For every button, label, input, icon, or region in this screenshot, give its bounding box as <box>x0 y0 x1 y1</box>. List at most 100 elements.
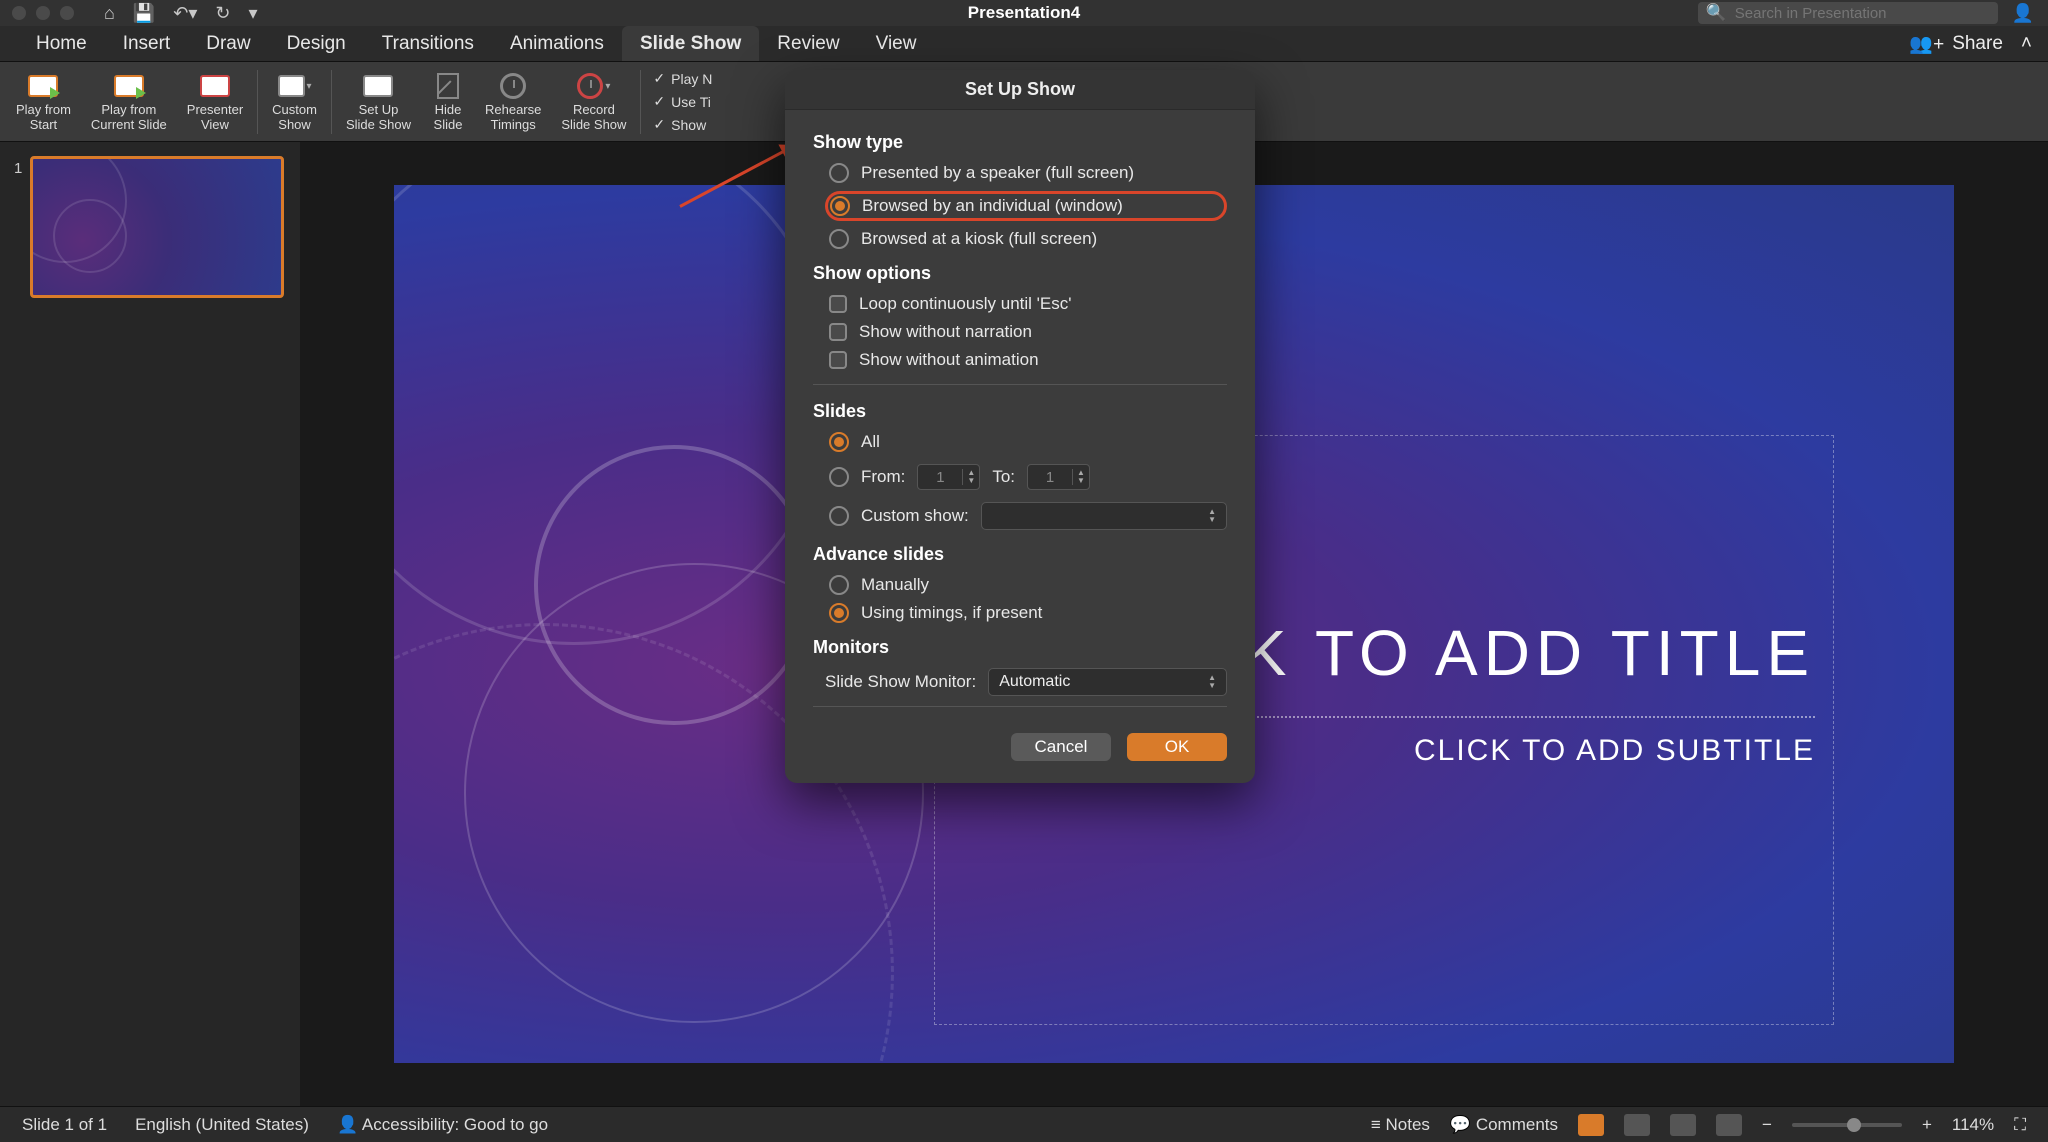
slide-show-monitor-select[interactable]: Automatic ▲▼ <box>988 668 1227 696</box>
zoom-out-button[interactable]: − <box>1762 1115 1772 1135</box>
slides-all-radio[interactable]: All <box>829 432 1227 452</box>
show-type-speaker-radio[interactable]: Presented by a speaker (full screen) <box>829 163 1227 183</box>
minimize-window-icon[interactable] <box>36 6 50 20</box>
caret-down-icon[interactable]: ▼ <box>1073 477 1089 485</box>
from-input[interactable] <box>918 469 962 486</box>
play-narrations-checkbox[interactable]: ✓Play N <box>653 70 712 87</box>
loop-continuously-checkbox[interactable]: Loop continuously until 'Esc' <box>829 294 1227 314</box>
tab-draw[interactable]: Draw <box>188 26 268 61</box>
tab-transitions[interactable]: Transitions <box>364 26 492 61</box>
slide-position[interactable]: Slide 1 of 1 <box>22 1115 107 1135</box>
radio-icon <box>829 603 849 623</box>
advance-manually-radio[interactable]: Manually <box>829 575 1227 595</box>
ribbon-tabs: Home Insert Draw Design Transitions Anim… <box>0 26 2048 62</box>
share-button[interactable]: Share <box>1952 33 2003 55</box>
zoom-window-icon[interactable] <box>60 6 74 20</box>
slides-custom-radio[interactable]: Custom show: ▲▼ <box>829 502 1227 530</box>
custom-show-icon <box>278 75 305 97</box>
presenter-view-button[interactable]: Presenter View <box>177 62 253 141</box>
cancel-button[interactable]: Cancel <box>1011 733 1111 761</box>
share-icon[interactable]: 👥+ <box>1909 32 1944 56</box>
undo-icon[interactable]: ↶▾ <box>173 3 197 24</box>
radio-icon <box>829 506 849 526</box>
tab-slide-show[interactable]: Slide Show <box>622 26 759 61</box>
checkbox-icon <box>829 323 847 341</box>
show-type-individual-radio[interactable]: Browsed by an individual (window) <box>830 196 1123 216</box>
check-icon: ✓ <box>653 116 665 133</box>
slide-show-view-button[interactable] <box>1716 1114 1742 1136</box>
share-area: 👥+ Share ˄ <box>1909 32 2048 56</box>
to-spinner[interactable]: ▲▼ <box>1027 464 1090 490</box>
rehearse-timings-button[interactable]: Rehearse Timings <box>475 62 551 141</box>
notes-button[interactable]: ≡ Notes <box>1371 1115 1430 1135</box>
search-icon: 🔍 <box>1706 3 1727 23</box>
hide-slide-icon <box>437 73 459 99</box>
tab-review[interactable]: Review <box>759 26 857 61</box>
dialog-separator <box>813 384 1227 385</box>
comments-button[interactable]: 💬 Comments <box>1450 1115 1558 1135</box>
play-from-start-button[interactable]: Play from Start <box>6 62 81 141</box>
tab-view[interactable]: View <box>858 26 935 61</box>
slide-sorter-view-button[interactable] <box>1624 1114 1650 1136</box>
accessibility-icon: 👤 <box>337 1115 358 1134</box>
tab-animations[interactable]: Animations <box>492 26 622 61</box>
hide-slide-button[interactable]: Hide Slide <box>421 62 475 141</box>
slides-label: Slides <box>813 401 1227 422</box>
reading-view-button[interactable] <box>1670 1114 1696 1136</box>
home-icon[interactable]: ⌂ <box>104 3 115 24</box>
dialog-separator <box>813 706 1227 707</box>
show-options-label: Show options <box>813 263 1227 284</box>
show-media-controls-checkbox[interactable]: ✓Show <box>653 116 712 133</box>
tab-home[interactable]: Home <box>18 26 105 61</box>
advance-timings-radio[interactable]: Using timings, if present <box>829 603 1227 623</box>
document-title: Presentation4 <box>968 3 1080 23</box>
redo-icon[interactable]: ↻ <box>215 3 230 24</box>
slide-thumbnail[interactable] <box>30 156 284 298</box>
slide-thumbnail-panel: 1 <box>0 142 300 1106</box>
thumbnail-row[interactable]: 1 <box>14 156 286 298</box>
play-from-current-icon <box>114 75 144 97</box>
tab-insert[interactable]: Insert <box>105 26 189 61</box>
tab-design[interactable]: Design <box>269 26 364 61</box>
ribbon-separator <box>331 70 332 134</box>
custom-show-select[interactable]: ▲▼ <box>981 502 1227 530</box>
show-type-kiosk-radio[interactable]: Browsed at a kiosk (full screen) <box>829 229 1227 249</box>
without-narration-checkbox[interactable]: Show without narration <box>829 322 1227 342</box>
zoom-in-button[interactable]: + <box>1922 1115 1932 1135</box>
record-slide-show-icon <box>577 73 603 99</box>
window-controls <box>0 6 74 20</box>
fit-to-window-button[interactable]: ⛶ <box>2014 1115 2026 1135</box>
checkbox-icon <box>829 351 847 369</box>
record-slide-show-button[interactable]: ▾ Record Slide Show <box>551 62 636 141</box>
caret-down-icon[interactable]: ▼ <box>963 477 979 485</box>
customize-qat-icon[interactable]: ▾ <box>249 3 258 24</box>
set-up-slide-show-button[interactable]: Set Up Slide Show <box>336 62 421 141</box>
language-status[interactable]: English (United States) <box>135 1115 309 1135</box>
to-input[interactable] <box>1028 469 1072 486</box>
subtitle-placeholder-text[interactable]: CLICK TO ADD SUBTITLE <box>1414 734 1815 768</box>
account-icon[interactable]: 👤 <box>2012 3 2034 24</box>
without-animation-checkbox[interactable]: Show without animation <box>829 350 1227 370</box>
use-timings-checkbox[interactable]: ✓Use Ti <box>653 93 712 110</box>
zoom-slider[interactable] <box>1792 1123 1902 1127</box>
ok-button[interactable]: OK <box>1127 733 1227 761</box>
annotation-highlight: Browsed by an individual (window) <box>825 191 1227 221</box>
set-up-show-dialog: Set Up Show Show type Presented by a spe… <box>785 70 1255 783</box>
normal-view-button[interactable] <box>1578 1114 1604 1136</box>
set-up-show-icon <box>363 75 393 97</box>
accessibility-status[interactable]: 👤 Accessibility: Good to go <box>337 1115 548 1135</box>
play-from-current-button[interactable]: Play from Current Slide <box>81 62 177 141</box>
zoom-level[interactable]: 114% <box>1952 1115 1994 1135</box>
save-icon[interactable]: 💾 <box>133 3 155 24</box>
play-from-start-icon <box>28 75 58 97</box>
close-window-icon[interactable] <box>12 6 26 20</box>
collapse-ribbon-icon[interactable]: ˄ <box>2021 33 2032 55</box>
slides-from-radio[interactable]: From: ▲▼ To: ▲▼ <box>829 464 1227 490</box>
search-box[interactable]: 🔍 <box>1698 2 1998 24</box>
show-type-label: Show type <box>813 132 1227 153</box>
custom-show-button[interactable]: ▾ Custom Show <box>262 62 327 141</box>
quick-access-toolbar: ⌂ 💾 ↶▾ ↻ ▾ <box>74 3 258 24</box>
from-spinner[interactable]: ▲▼ <box>917 464 980 490</box>
search-input[interactable] <box>1735 5 1990 22</box>
check-icon: ✓ <box>653 70 665 87</box>
